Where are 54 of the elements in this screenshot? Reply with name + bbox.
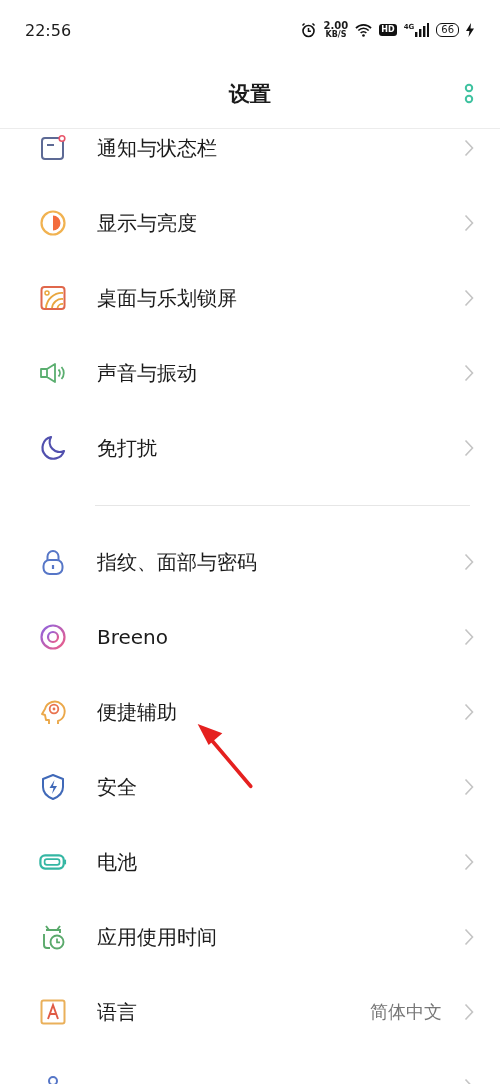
chevron-right-icon bbox=[464, 628, 474, 646]
item-label: 声音与振动 bbox=[97, 359, 198, 387]
chevron-right-icon bbox=[464, 703, 474, 721]
settings-item[interactable]: 显示与亮度 bbox=[0, 185, 500, 261]
item-label: 电池 bbox=[97, 848, 138, 876]
settings-item[interactable]: 桌面与乐划锁屏 bbox=[0, 260, 500, 336]
settings-item[interactable]: 声音与振动 bbox=[0, 335, 500, 411]
shield-icon bbox=[39, 773, 67, 801]
item-label: 指纹、面部与密码 bbox=[97, 548, 258, 576]
page-title: 设置 bbox=[229, 81, 271, 108]
chevron-right-icon bbox=[464, 139, 474, 157]
notification-icon bbox=[39, 134, 67, 162]
item-label: 语言 bbox=[97, 998, 138, 1026]
settings-item[interactable]: 应用使用时间 bbox=[0, 899, 500, 975]
settings-item[interactable]: 便捷辅助 bbox=[0, 674, 500, 750]
speed-unit: KB/S bbox=[325, 31, 347, 39]
signal-icon bbox=[415, 23, 430, 37]
settings-item[interactable]: 语言 简体中文 bbox=[0, 974, 500, 1050]
item-label: 显示与亮度 bbox=[97, 209, 198, 237]
item-label: 桌面与乐划锁屏 bbox=[97, 284, 238, 312]
settings-item[interactable]: 指纹、面部与密码 bbox=[0, 524, 500, 600]
more-options-icon[interactable] bbox=[464, 82, 474, 106]
chevron-right-icon bbox=[464, 289, 474, 307]
alarm-clock-icon bbox=[299, 22, 317, 38]
head-icon bbox=[39, 698, 67, 726]
item-value: 简体中文 bbox=[370, 1000, 442, 1024]
chevron-right-icon bbox=[464, 364, 474, 382]
chevron-right-icon bbox=[464, 1003, 474, 1021]
item-label: 安全 bbox=[97, 773, 138, 801]
item-label: 应用使用时间 bbox=[97, 923, 218, 951]
item-label: 便捷辅助 bbox=[97, 698, 178, 726]
moon-icon bbox=[39, 434, 67, 462]
hd-badge: HD bbox=[379, 24, 397, 36]
chevron-right-icon bbox=[464, 853, 474, 871]
wallpaper-icon bbox=[39, 284, 67, 312]
chevron-right-icon bbox=[464, 214, 474, 232]
chevron-right-icon bbox=[464, 928, 474, 946]
settings-item[interactable]: 安全 bbox=[0, 749, 500, 825]
target-icon bbox=[39, 623, 67, 651]
letter-a-icon bbox=[39, 998, 67, 1026]
settings-item[interactable]: 免打扰 bbox=[0, 410, 500, 486]
wifi-icon bbox=[355, 22, 373, 38]
settings-item[interactable]: 电池 bbox=[0, 824, 500, 900]
status-time: 22:56 bbox=[25, 20, 72, 40]
brightness-icon bbox=[39, 209, 67, 237]
chevron-right-icon bbox=[464, 553, 474, 571]
item-label: 免打扰 bbox=[97, 434, 158, 462]
chevron-right-icon bbox=[464, 439, 474, 457]
item-label: Breeno bbox=[97, 625, 170, 649]
battery-level: 66 bbox=[436, 23, 459, 37]
item-label: 通知与状态栏 bbox=[97, 134, 218, 162]
settings-item[interactable]: Breeno bbox=[0, 599, 500, 675]
network-speed: 2.00 bbox=[323, 21, 349, 31]
chevron-right-icon bbox=[464, 778, 474, 796]
